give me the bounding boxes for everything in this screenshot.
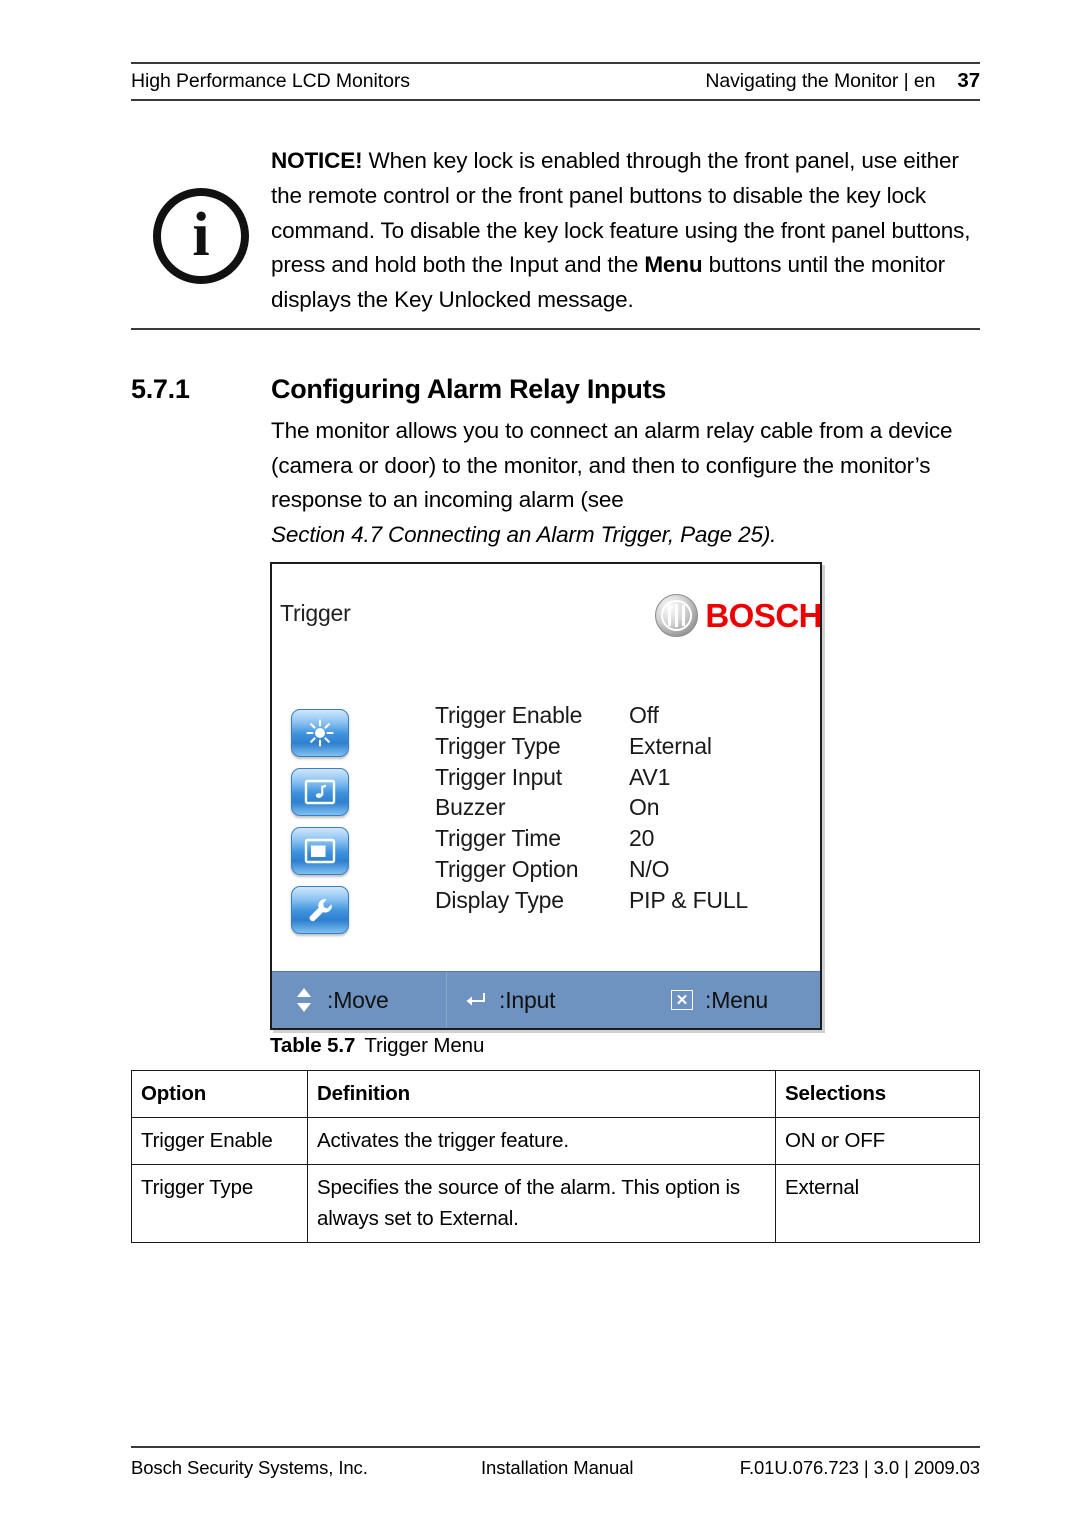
header-document-title: High Performance LCD Monitors [131, 70, 410, 92]
osd-status-input-label: :Input [499, 986, 556, 1013]
osd-status-input[interactable]: :Input [446, 972, 653, 1028]
table-header-selections: Selections [775, 1070, 980, 1118]
table-cell-definition: Specifies the source of the alarm. This … [307, 1164, 776, 1243]
osd-status-bar: :Move :Input ✕ :Menu [272, 971, 820, 1028]
osd-menu-label: Buzzer [435, 794, 506, 821]
notice-bottom-rule [131, 327, 980, 330]
table-row: Trigger Type Specifies the source of the… [131, 1164, 980, 1243]
footer-document-type: Installation Manual [481, 1457, 634, 1478]
bosch-emblem-arm-left [668, 605, 672, 626]
footer-rule [131, 1446, 980, 1448]
osd-menu-value: PIP & FULL [629, 886, 749, 913]
table-cell-definition: Activates the trigger feature. [307, 1117, 776, 1165]
page-footer: Bosch Security Systems, Inc. Installatio… [131, 1446, 980, 1479]
table-cell-option: Trigger Enable [131, 1117, 308, 1165]
osd-menu-value: N/O [629, 855, 670, 882]
table-header-option: Option [131, 1070, 308, 1118]
header-chapter-title: Navigating the Monitor | en [705, 70, 936, 92]
footer-company: Bosch Security Systems, Inc. [131, 1457, 368, 1478]
osd-sidebar-icons [291, 709, 349, 934]
close-x-box: ✕ [671, 990, 693, 1010]
section-number: 5.7.1 [131, 374, 190, 404]
osd-menu-label: Trigger Type [435, 732, 561, 759]
osd-menu-title: Trigger [280, 600, 351, 626]
info-icon: i [153, 188, 249, 284]
osd-menu-value: External [629, 732, 712, 759]
settings-wrench-icon[interactable] [291, 886, 349, 934]
table-cell-option: Trigger Type [131, 1164, 308, 1243]
osd-menu-value: AV1 [629, 763, 671, 790]
enter-return-icon [461, 991, 491, 1009]
osd-menu-row[interactable]: Trigger Option N/O [435, 854, 748, 885]
osd-menu-row[interactable]: Trigger Input AV1 [435, 762, 748, 793]
bosch-emblem-icon [655, 594, 699, 637]
trigger-menu-table: Option Definition Selections Trigger Ena… [131, 1070, 980, 1243]
bosch-emblem-arm-right [682, 605, 686, 626]
close-x-icon: ✕ [667, 990, 697, 1010]
notice-icon-cell: i [131, 144, 271, 284]
pip-display-icon[interactable] [291, 827, 349, 875]
header-bottom-rule [131, 98, 980, 101]
table-cell-selections: External [775, 1164, 980, 1243]
osd-menu-row[interactable]: Trigger Time 20 [435, 823, 748, 854]
osd-status-menu-label: :Menu [705, 986, 768, 1013]
bosch-wordmark: BOSCH [705, 597, 822, 634]
osd-menu-value: Off [629, 702, 659, 728]
osd-status-move-label: :Move [327, 986, 389, 1013]
osd-menu-row[interactable]: Trigger Type External [435, 731, 748, 762]
notice-bold-word: Menu [644, 252, 703, 278]
osd-status-move[interactable]: :Move [272, 972, 446, 1028]
section-paragraph: The monitor allows you to connect an ala… [271, 418, 953, 512]
bosch-emblem-arm-vertical [675, 604, 679, 627]
section-block: 5.7.1 Configuring Alarm Relay Inputs The… [131, 374, 980, 552]
section-title: Configuring Alarm Relay Inputs [271, 374, 667, 404]
osd-menu-label: Display Type [435, 886, 564, 913]
table-caption-text: Trigger Menu [364, 1034, 485, 1057]
section-body: The monitor allows you to connect an ala… [271, 414, 980, 552]
table-header-definition: Definition [307, 1070, 776, 1118]
up-down-arrow-icon [289, 987, 319, 1013]
osd-menu-label: Trigger Enable [435, 702, 583, 728]
info-icon-glyph: i [192, 200, 210, 269]
osd-screenshot-figure: Trigger BOSCH Trigger Enable Off Trigger… [270, 562, 822, 1030]
osd-menu-row[interactable]: Buzzer On [435, 792, 748, 823]
section-heading: 5.7.1 Configuring Alarm Relay Inputs [131, 374, 980, 405]
bosch-logo: BOSCH [655, 594, 822, 637]
osd-menu-list: Trigger Enable Off Trigger Type External… [435, 700, 748, 916]
notice-text: NOTICE! When key lock is enabled through… [271, 144, 980, 318]
table-caption-label: Table 5.7 [270, 1034, 356, 1057]
section-cross-reference: Section 4.7 Connecting an Alarm Trigger,… [271, 521, 777, 547]
osd-menu-label: Trigger Time [435, 825, 561, 852]
footer-document-id: F.01U.076.723 | 3.0 | 2009.03 [739, 1457, 980, 1478]
header-page-number: 37 [957, 69, 980, 92]
osd-menu-value: On [629, 794, 660, 821]
audio-icon[interactable] [291, 768, 349, 816]
table-header-row: Option Definition Selections [131, 1070, 980, 1118]
table-cell-selections: ON or OFF [775, 1117, 980, 1165]
osd-menu-row[interactable]: Trigger Enable Off [435, 700, 748, 731]
osd-status-menu[interactable]: ✕ :Menu [653, 972, 820, 1028]
notice-block: i NOTICE! When key lock is enabled throu… [131, 135, 980, 330]
page-header: High Performance LCD Monitors Navigating… [131, 62, 980, 110]
osd-menu-value: 20 [629, 825, 655, 852]
table-row: Trigger Enable Activates the trigger fea… [131, 1117, 980, 1165]
brightness-icon[interactable] [291, 709, 349, 757]
notice-label: NOTICE! [271, 148, 363, 173]
osd-menu-row[interactable]: Display Type PIP & FULL [435, 885, 748, 916]
osd-menu-label: Trigger Option [435, 855, 579, 882]
table-caption: Table 5.7 Trigger Menu [270, 1034, 484, 1058]
osd-menu-label: Trigger Input [435, 763, 562, 790]
